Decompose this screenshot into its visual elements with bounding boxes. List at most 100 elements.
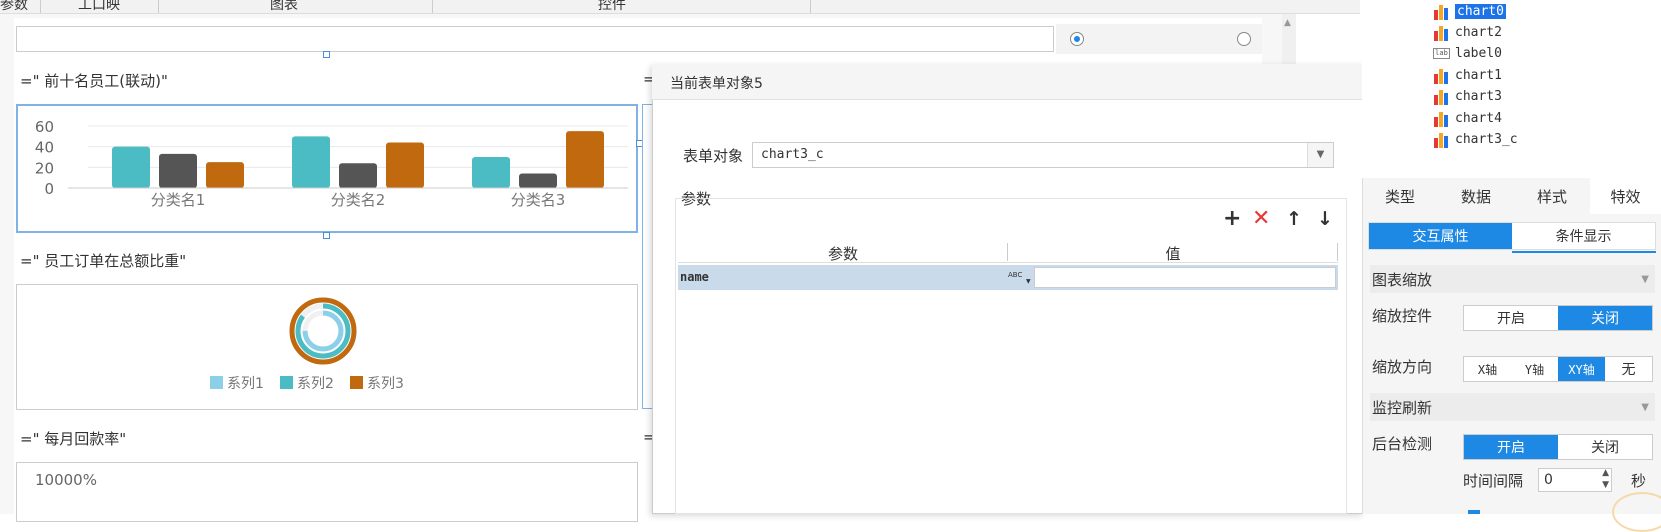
section-title: 监控刷新 xyxy=(1372,398,1433,417)
delete-icon[interactable]: ✕ xyxy=(1252,208,1270,230)
stepper-up-icon[interactable]: ▲ xyxy=(1602,468,1609,478)
section-title: 图表缩放 xyxy=(1372,270,1433,289)
zoom-xy-button[interactable]: XY轴 xyxy=(1558,357,1605,381)
tree-item-chart2[interactable]: chart2 xyxy=(1432,22,1502,42)
tree-item-chart0[interactable]: chart0 xyxy=(1432,1,1506,21)
bar-系列3-分类名3 xyxy=(566,131,604,188)
bg-check-off-button[interactable]: 关闭 xyxy=(1558,435,1652,459)
tree-item-chart1[interactable]: chart1 xyxy=(1432,65,1502,85)
tab-effects[interactable]: 特效 xyxy=(1590,178,1661,214)
chart-icon xyxy=(1432,87,1450,105)
zoom-none-button[interactable]: 无 xyxy=(1605,357,1652,381)
interval-input[interactable]: 0 ▲ ▼ xyxy=(1538,468,1612,492)
section-monitor-refresh[interactable]: 监控刷新 ▼ xyxy=(1370,393,1655,421)
zoom-on-button[interactable]: 开启 xyxy=(1464,306,1558,330)
zoom-direction-toggle: X轴 Y轴 XY轴 无 xyxy=(1463,356,1653,382)
subtab-conditional[interactable]: 条件显示 xyxy=(1512,223,1655,249)
tree-item-chart4[interactable]: chart4 xyxy=(1432,108,1502,128)
param-input[interactable] xyxy=(16,26,1054,52)
bar-系列2-分类名1 xyxy=(159,153,197,188)
tree-item-label0[interactable]: lab label0 xyxy=(1432,43,1502,63)
toolbar-item[interactable]: 工口映 xyxy=(78,0,120,13)
dialog-titlebar: 当前表单对象5 xyxy=(652,64,1364,100)
bar-系列3-分类名1 xyxy=(206,162,244,188)
zoom-direction-label: 缩放方向 xyxy=(1372,358,1433,376)
bar-系列2-分类名3 xyxy=(519,173,557,188)
widget-title-3: =" 每月回款率" xyxy=(20,430,127,448)
radio-option-1[interactable] xyxy=(1070,32,1084,46)
value-type-icon[interactable]: ABC ▼ xyxy=(1006,267,1032,288)
chevron-down-icon[interactable]: ▼ xyxy=(1307,143,1333,167)
zoom-x-button[interactable]: X轴 xyxy=(1464,357,1511,381)
table-row[interactable]: name ABC ▼ xyxy=(678,265,1338,290)
tree-item-chart3_c[interactable]: chart3_c xyxy=(1432,129,1518,149)
zoom-control-toggle: 开启 关闭 xyxy=(1463,305,1653,331)
radio-group xyxy=(1056,24,1262,54)
form-object-select[interactable]: chart3_c ▼ xyxy=(752,142,1334,168)
tree-item-chart3[interactable]: chart3 xyxy=(1432,86,1502,106)
tab-type[interactable]: 类型 xyxy=(1362,178,1438,214)
tree-item-label: chart3 xyxy=(1455,88,1502,104)
zoom-y-button[interactable]: Y轴 xyxy=(1511,357,1558,381)
bar-系列2-分类名2 xyxy=(339,163,377,188)
section-chart-zoom[interactable]: 图表缩放 ▼ xyxy=(1370,265,1655,293)
tree-item-label: label0 xyxy=(1455,45,1502,61)
widget-tab[interactable]: 控件 xyxy=(598,0,626,13)
param-tab[interactable]: 参数 xyxy=(0,0,28,13)
zoom-off-button[interactable]: 关闭 xyxy=(1558,306,1652,330)
ring-系列3 xyxy=(289,297,357,365)
bg-check-on-button[interactable]: 开启 xyxy=(1464,435,1558,459)
chart-icon xyxy=(1432,2,1450,20)
chart-icon xyxy=(1432,66,1450,84)
tree-item-label: chart2 xyxy=(1455,24,1502,40)
y-tick-label: 20 xyxy=(35,159,54,177)
y-tick-label: 0 xyxy=(44,180,54,198)
chart-tab[interactable]: 图表 xyxy=(270,0,298,13)
chart-icon xyxy=(1432,23,1450,41)
stepper-down-icon[interactable]: ▼ xyxy=(1602,480,1609,490)
tree-item-label: chart3_c xyxy=(1455,131,1518,147)
legend-swatch xyxy=(210,376,223,389)
dialog-title: 当前表单对象5 xyxy=(670,76,763,92)
resize-handle[interactable] xyxy=(323,51,330,58)
subtab-interaction[interactable]: 交互属性 xyxy=(1369,223,1512,249)
label-icon: lab xyxy=(1432,44,1450,62)
tree-item-label: chart0 xyxy=(1455,3,1506,19)
x-tick-label: 分类名2 xyxy=(331,191,386,209)
line-chart-widget[interactable]: 10000% xyxy=(16,462,638,522)
radio-option-2[interactable] xyxy=(1237,32,1251,46)
tab-style[interactable]: 样式 xyxy=(1514,178,1590,214)
param-name-cell[interactable]: name xyxy=(680,270,709,284)
bar-系列1-分类名1 xyxy=(112,146,150,188)
collapse-arrow-icon[interactable]: ▼ xyxy=(1641,402,1649,413)
checkbox[interactable] xyxy=(1468,510,1480,514)
param-value-input[interactable] xyxy=(1034,267,1336,288)
donut-chart-widget[interactable]: 系列1 系列2 系列3 xyxy=(16,284,638,410)
add-icon[interactable]: + xyxy=(1223,208,1241,230)
tree-item-label: chart4 xyxy=(1455,110,1502,126)
scroll-up-icon[interactable]: ▲ xyxy=(1284,18,1291,28)
value-column-header: 值 xyxy=(1165,245,1181,263)
move-down-icon[interactable]: ↓ xyxy=(1317,209,1333,229)
widget-title-2: =" 员工订单在总额比重" xyxy=(20,252,187,270)
params-table-header: 参数 值 xyxy=(678,241,1338,263)
subtab-underline xyxy=(1512,251,1656,253)
chart-icon xyxy=(1432,109,1450,127)
bar-chart-widget[interactable]: 0 20 40 60 分类名1 分类名2 分类名3 xyxy=(16,104,638,233)
move-up-icon[interactable]: ↑ xyxy=(1286,209,1302,229)
tab-data[interactable]: 数据 xyxy=(1438,178,1514,214)
widget-title-1: =" 前十名员工(联动)" xyxy=(20,72,168,90)
bar-系列3-分类名2 xyxy=(386,142,424,188)
legend-swatch xyxy=(280,376,293,389)
chart-icon xyxy=(1432,130,1450,148)
bar-chart: 0 20 40 60 分类名1 分类名2 分类名3 xyxy=(35,118,628,209)
widget-tree xyxy=(1362,0,1661,178)
background-check-label: 后台检测 xyxy=(1372,435,1433,453)
resize-handle[interactable] xyxy=(323,232,330,239)
collapse-arrow-icon[interactable]: ▼ xyxy=(1641,274,1649,285)
y-tick-label: 10000% xyxy=(35,471,97,489)
param-column-header: 参数 xyxy=(827,245,858,263)
floating-assistant-icon[interactable] xyxy=(1612,492,1661,532)
x-tick-label: 分类名3 xyxy=(511,191,566,209)
donut-chart: 系列1 系列2 系列3 xyxy=(210,297,404,392)
